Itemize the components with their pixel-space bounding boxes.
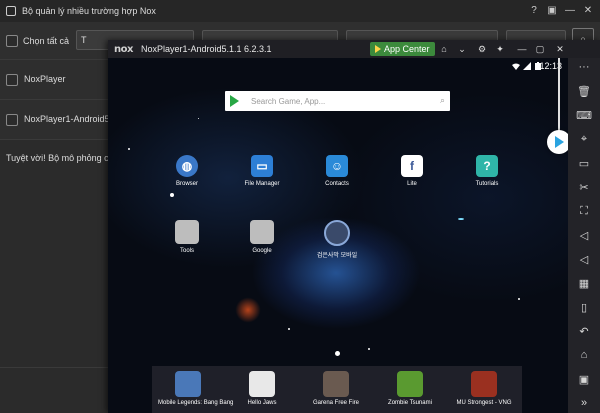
minimize-icon[interactable]: —: [516, 43, 528, 55]
location-icon[interactable]: ⌖: [577, 132, 591, 146]
nox-logo: nox: [114, 43, 133, 55]
android-statusbar: 12:13: [108, 58, 568, 74]
nox-player-window: nox NoxPlayer1-Android5.1.1 6.2.3.1 App …: [108, 40, 600, 413]
floating-handle-line: [558, 58, 560, 132]
search-placeholder: Search Game, App...: [251, 96, 326, 106]
home-icon[interactable]: ⌂: [577, 348, 591, 362]
manager-title: Bộ quản lý nhiều trường hợp Nox: [22, 6, 156, 16]
zombie-tsunami-icon: [397, 371, 423, 397]
play-store-icon: [554, 136, 564, 148]
google-folder-icon: [250, 220, 274, 244]
close-icon[interactable]: ✕: [582, 4, 594, 16]
app-google-folder[interactable]: Google: [235, 220, 289, 254]
app-contacts[interactable]: ☺ Contacts: [310, 155, 364, 187]
settings-icon[interactable]: ⚙: [476, 43, 488, 55]
nox-side-toolbar: ··· 🗑 ⌨ ⌖ ▭ ✂ ⛶ ◁ ◁ ▦ ▯ ↶ ⌂ ▣ »: [568, 58, 600, 413]
app-file-manager[interactable]: ▭ File Manager: [235, 155, 289, 187]
select-all-checkbox[interactable]: [6, 35, 18, 47]
recent-icon[interactable]: ▣: [577, 372, 591, 386]
dock-app-mu-strongest[interactable]: MU Strongest - VNG: [454, 371, 514, 406]
keyboard-icon[interactable]: ⌨: [576, 108, 592, 122]
browser-icon: ◍: [176, 155, 198, 177]
contacts-icon: ☺: [326, 155, 348, 177]
instance-checkbox[interactable]: [6, 74, 18, 86]
manager-titlebar: Bộ quản lý nhiều trường hợp Nox ? ▣ — ✕: [0, 0, 600, 22]
wifi-icon: [512, 63, 520, 70]
minimize-icon[interactable]: —: [564, 4, 576, 16]
app-center-label: App Center: [384, 44, 430, 54]
app-black-desert-mobile[interactable]: 검은사막 모바일: [310, 220, 364, 259]
dock-app-mobile-legends[interactable]: Mobile Legends: Bang Bang: [158, 371, 233, 406]
apk-icon[interactable]: ▦: [577, 276, 591, 290]
close-icon[interactable]: ✕: [554, 43, 566, 55]
instance-row[interactable]: NoxPlayer: [0, 60, 110, 100]
hello-jaws-icon: [249, 371, 275, 397]
app-facebook-lite[interactable]: f Lite: [385, 155, 439, 187]
dock-app-zombie-tsunami[interactable]: Zombie Tsunami: [380, 371, 440, 406]
back-icon[interactable]: ↶: [577, 324, 591, 338]
search-icon: ⌕: [439, 95, 445, 105]
scissors-icon[interactable]: ✂: [577, 180, 591, 194]
delete-icon[interactable]: 🗑: [577, 84, 591, 98]
signal-icon: [523, 62, 531, 70]
nox-titlebar: nox NoxPlayer1-Android5.1.1 6.2.3.1 App …: [108, 40, 600, 58]
app-browser[interactable]: ◍ Browser: [160, 155, 214, 187]
tools-folder-icon: [175, 220, 199, 244]
google-play-search-bar[interactable]: Search Game, App... ⌕: [225, 91, 450, 111]
game-icon: [324, 220, 350, 246]
more-icon[interactable]: ···: [577, 60, 591, 74]
instance-row[interactable]: NoxPlayer1-Android5.: [0, 100, 113, 140]
app-tutorials[interactable]: ? Tutorials: [460, 155, 514, 187]
manager-note: Tuyệt vời! Bộ mô phỏng c: [6, 153, 109, 163]
folder-icon: ▭: [251, 155, 273, 177]
facebook-icon: f: [401, 155, 423, 177]
pin-icon[interactable]: ✦: [494, 43, 506, 55]
dock-app-free-fire[interactable]: Garena Free Fire: [306, 371, 366, 406]
app-dock: Mobile Legends: Bang Bang Hello Jaws Gar…: [152, 366, 522, 413]
volume-up-icon[interactable]: ◁: [577, 228, 591, 242]
android-screen[interactable]: 12:13 Search Game, App... ⌕ ◍ Browser ▭ …: [108, 58, 568, 413]
chevron-down-icon[interactable]: ⌄: [456, 43, 468, 55]
expand-icon[interactable]: »: [577, 396, 591, 410]
instance-checkbox[interactable]: [6, 114, 18, 126]
page-indicator: [335, 351, 340, 356]
dock-app-hello-jaws[interactable]: Hello Jaws: [232, 371, 292, 406]
maximize-icon[interactable]: ▢: [534, 43, 546, 55]
free-fire-icon: [323, 371, 349, 397]
screen-icon[interactable]: ▭: [577, 156, 591, 170]
instance-label: NoxPlayer: [24, 74, 66, 84]
mobile-legends-icon: [175, 371, 201, 397]
select-all-label: Chọn tất cả: [23, 36, 70, 46]
folder-icon[interactable]: ▣: [546, 4, 558, 16]
google-play-icon: [230, 95, 239, 107]
tutorials-icon: ?: [476, 155, 498, 177]
manager-logo-icon: [6, 6, 16, 16]
play-store-icon: [375, 45, 381, 53]
app-tools-folder[interactable]: Tools: [160, 220, 214, 254]
home-icon[interactable]: ⌂: [438, 43, 450, 55]
app-center-button[interactable]: App Center: [370, 42, 435, 56]
volume-down-icon[interactable]: ◁: [577, 252, 591, 266]
nox-window-title: NoxPlayer1-Android5.1.1 6.2.3.1: [140, 44, 272, 54]
help-icon[interactable]: ?: [528, 4, 540, 16]
instance-label: NoxPlayer1-Android5.: [24, 114, 113, 124]
mu-strongest-icon: [471, 371, 497, 397]
shake-icon[interactable]: ▯: [577, 300, 591, 314]
fullscreen-icon[interactable]: ⛶: [577, 204, 591, 218]
